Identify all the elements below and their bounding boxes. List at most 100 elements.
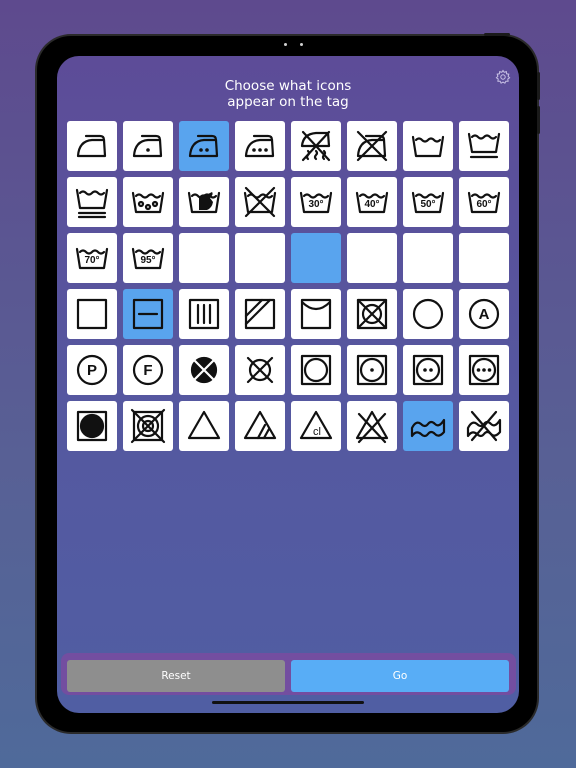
hand-wash-icon bbox=[187, 191, 221, 214]
icon-tile-wash-four-dots[interactable] bbox=[347, 233, 397, 283]
do-not-wash-icon bbox=[243, 186, 277, 218]
do-not-iron-icon bbox=[356, 130, 388, 162]
wash-two-dots-icon bbox=[238, 236, 282, 280]
bleach-icon bbox=[187, 410, 221, 440]
icon-tile-hand-wash[interactable] bbox=[179, 177, 229, 227]
icon-tile-iron-medium-temp[interactable] bbox=[179, 121, 229, 171]
icon-tile-wash-70[interactable]: 70° bbox=[67, 233, 117, 283]
icon-label: 30° bbox=[308, 199, 323, 210]
icon-tile-do-not-wet-clean[interactable] bbox=[235, 345, 285, 395]
dry-clean-p-icon: P bbox=[76, 354, 108, 386]
icon-tile-do-not-bleach[interactable] bbox=[347, 401, 397, 451]
icon-tile-wash-five-dots[interactable] bbox=[403, 233, 453, 283]
wring-icon bbox=[410, 418, 446, 438]
icon-tile-wash-60[interactable]: 60° bbox=[459, 177, 509, 227]
camera-dot bbox=[300, 43, 303, 46]
icon-tile-non-chlorine-bleach[interactable] bbox=[235, 401, 285, 451]
volume-up-button bbox=[537, 72, 540, 100]
non-chlorine-bleach-icon bbox=[243, 410, 277, 440]
home-indicator bbox=[212, 701, 364, 704]
icon-tile-do-not-wring[interactable] bbox=[459, 401, 509, 451]
icon-tile-dry-clean-any-solvent[interactable]: A bbox=[459, 289, 509, 339]
go-button[interactable]: Go bbox=[291, 660, 509, 692]
icon-tile-iron-any-temp[interactable] bbox=[67, 121, 117, 171]
icon-label: 50° bbox=[420, 199, 435, 210]
wash-60-icon: 60° bbox=[467, 191, 501, 214]
icon-tile-bleach[interactable] bbox=[179, 401, 229, 451]
icon-tile-dry[interactable] bbox=[67, 289, 117, 339]
icon-tile-wash[interactable] bbox=[403, 121, 453, 171]
wash-five-dots-icon bbox=[406, 236, 450, 280]
icon-tile-iron-high-temp[interactable] bbox=[235, 121, 285, 171]
icon-tile-wring[interactable] bbox=[403, 401, 453, 451]
care-icon-grid: 30° 40° 50° 60° 70° 95° A P Fcl bbox=[67, 121, 509, 451]
icon-tile-wash-delicate[interactable] bbox=[67, 177, 117, 227]
icon-tile-do-not-tumble-dry-crossed[interactable] bbox=[123, 401, 173, 451]
icon-label: 95° bbox=[140, 255, 155, 266]
icon-tile-no-steam-iron[interactable] bbox=[291, 121, 341, 171]
icon-label: cl bbox=[313, 426, 321, 438]
icon-tile-dry-clean[interactable] bbox=[403, 289, 453, 339]
dry-clean-icon bbox=[412, 298, 444, 330]
tumble-dry-high-icon bbox=[468, 354, 500, 386]
gear-icon[interactable] bbox=[495, 69, 511, 85]
do-not-dry-clean-icon bbox=[190, 356, 218, 384]
dry-icon bbox=[76, 298, 108, 330]
dry-flat-icon bbox=[132, 298, 164, 330]
dry-in-shade-icon bbox=[244, 298, 276, 330]
wash-40-icon: 40° bbox=[355, 191, 389, 214]
wash-30-icon: 30° bbox=[299, 191, 333, 214]
icon-tile-tumble-dry-no-heat[interactable] bbox=[67, 401, 117, 451]
icon-tile-iron-low-temp[interactable] bbox=[123, 121, 173, 171]
icon-tile-wash-30[interactable]: 30° bbox=[291, 177, 341, 227]
wash-50-icon: 50° bbox=[411, 191, 445, 214]
icon-tile-wash-50[interactable]: 50° bbox=[403, 177, 453, 227]
icon-tile-dry-clean-f[interactable]: F bbox=[123, 345, 173, 395]
line-dry-icon bbox=[300, 298, 332, 330]
wash-six-dots-icon bbox=[462, 236, 506, 280]
dry-clean-any-solvent-icon: A bbox=[468, 298, 500, 330]
icon-tile-wash-permanent-press[interactable] bbox=[459, 121, 509, 171]
icon-tile-dry-clean-p[interactable]: P bbox=[67, 345, 117, 395]
iron-any-temp-icon bbox=[76, 134, 107, 158]
do-not-bleach-icon bbox=[355, 410, 389, 444]
icon-tile-dry-in-shade[interactable] bbox=[235, 289, 285, 339]
icon-tile-wash-40[interactable]: 40° bbox=[347, 177, 397, 227]
wash-icon bbox=[411, 135, 445, 158]
icon-tile-tumble-dry-medium[interactable] bbox=[403, 345, 453, 395]
tumble-dry-icon bbox=[300, 354, 332, 386]
icon-tile-wash-three-dots[interactable] bbox=[291, 233, 341, 283]
icon-tile-do-not-tumble-dry[interactable] bbox=[347, 289, 397, 339]
dry-clean-f-icon: F bbox=[132, 354, 164, 386]
icon-tile-do-not-wash[interactable] bbox=[235, 177, 285, 227]
icon-tile-do-not-iron[interactable] bbox=[347, 121, 397, 171]
icon-tile-chlorine-bleach[interactable]: cl bbox=[291, 401, 341, 451]
icon-label: P bbox=[87, 362, 97, 379]
app-screen: Choose what icons appear on the tag 30° 4… bbox=[57, 56, 519, 713]
do-not-wet-clean-icon bbox=[246, 356, 274, 384]
icon-tile-wash-95[interactable]: 95° bbox=[123, 233, 173, 283]
prompt-line-1: Choose what icons bbox=[224, 78, 352, 94]
icon-tile-drip-dry[interactable] bbox=[179, 289, 229, 339]
icon-tile-tumble-dry-high[interactable] bbox=[459, 345, 509, 395]
tablet-frame: Choose what icons appear on the tag 30° 4… bbox=[37, 33, 540, 732]
camera-dot bbox=[284, 43, 287, 46]
prompt-line-2: appear on the tag bbox=[227, 94, 349, 110]
icon-tile-line-dry[interactable] bbox=[291, 289, 341, 339]
reset-button[interactable]: Reset bbox=[67, 660, 285, 692]
wash-70-icon: 70° bbox=[75, 247, 109, 270]
icon-tile-wash-two-dots[interactable] bbox=[235, 233, 285, 283]
icon-tile-wash-one-dot[interactable] bbox=[179, 233, 229, 283]
wash-three-dots-icon bbox=[294, 236, 338, 280]
prompt-title: Choose what icons appear on the tag bbox=[57, 78, 519, 110]
icon-tile-wash-six-dots[interactable] bbox=[459, 233, 509, 283]
icon-tile-do-not-dry-clean[interactable] bbox=[179, 345, 229, 395]
icon-tile-tumble-dry-low[interactable] bbox=[347, 345, 397, 395]
do-not-wring-icon bbox=[466, 410, 502, 442]
iron-low-temp-icon bbox=[132, 134, 163, 158]
icon-tile-dry-flat[interactable] bbox=[123, 289, 173, 339]
no-steam-iron-icon bbox=[300, 130, 331, 162]
iron-medium-temp-icon bbox=[188, 134, 219, 158]
icon-tile-tumble-dry[interactable] bbox=[291, 345, 341, 395]
icon-tile-wash-bubbles[interactable] bbox=[123, 177, 173, 227]
